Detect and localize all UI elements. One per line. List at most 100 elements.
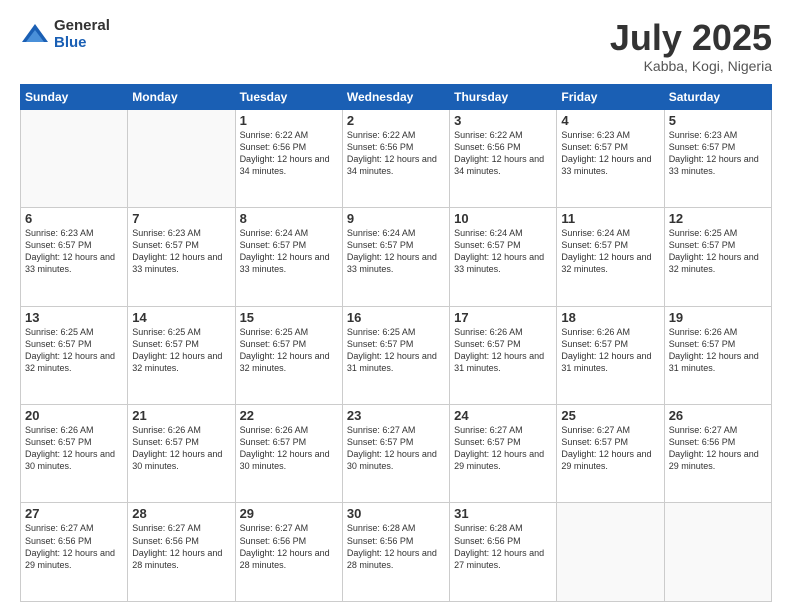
calendar-cell: 31Sunrise: 6:28 AM Sunset: 6:56 PM Dayli… [450,503,557,602]
calendar-table: SundayMondayTuesdayWednesdayThursdayFrid… [20,84,772,602]
logo-icon [20,20,50,50]
calendar-cell: 20Sunrise: 6:26 AM Sunset: 6:57 PM Dayli… [21,405,128,503]
day-number: 7 [132,211,230,226]
cell-info: Sunrise: 6:24 AM Sunset: 6:57 PM Dayligh… [347,227,445,276]
cell-info: Sunrise: 6:23 AM Sunset: 6:57 PM Dayligh… [669,129,767,178]
calendar-cell: 26Sunrise: 6:27 AM Sunset: 6:56 PM Dayli… [664,405,771,503]
cell-info: Sunrise: 6:22 AM Sunset: 6:56 PM Dayligh… [347,129,445,178]
calendar-cell [557,503,664,602]
calendar-cell: 4Sunrise: 6:23 AM Sunset: 6:57 PM Daylig… [557,109,664,207]
calendar-cell: 18Sunrise: 6:26 AM Sunset: 6:57 PM Dayli… [557,306,664,404]
calendar-cell: 24Sunrise: 6:27 AM Sunset: 6:57 PM Dayli… [450,405,557,503]
day-number: 21 [132,408,230,423]
cell-info: Sunrise: 6:23 AM Sunset: 6:57 PM Dayligh… [25,227,123,276]
cell-info: Sunrise: 6:27 AM Sunset: 6:57 PM Dayligh… [454,424,552,473]
day-number: 16 [347,310,445,325]
day-number: 17 [454,310,552,325]
cell-info: Sunrise: 6:27 AM Sunset: 6:56 PM Dayligh… [132,522,230,571]
day-number: 18 [561,310,659,325]
day-number: 2 [347,113,445,128]
calendar-cell: 12Sunrise: 6:25 AM Sunset: 6:57 PM Dayli… [664,208,771,306]
day-number: 10 [454,211,552,226]
cell-info: Sunrise: 6:24 AM Sunset: 6:57 PM Dayligh… [561,227,659,276]
day-number: 4 [561,113,659,128]
day-number: 1 [240,113,338,128]
cell-info: Sunrise: 6:28 AM Sunset: 6:56 PM Dayligh… [454,522,552,571]
location: Kabba, Kogi, Nigeria [610,58,772,74]
day-header-monday: Monday [128,84,235,109]
calendar-cell: 13Sunrise: 6:25 AM Sunset: 6:57 PM Dayli… [21,306,128,404]
calendar-week-2: 13Sunrise: 6:25 AM Sunset: 6:57 PM Dayli… [21,306,772,404]
day-number: 5 [669,113,767,128]
calendar-cell: 21Sunrise: 6:26 AM Sunset: 6:57 PM Dayli… [128,405,235,503]
header: General Blue July 2025 Kabba, Kogi, Nige… [20,18,772,74]
cell-info: Sunrise: 6:25 AM Sunset: 6:57 PM Dayligh… [132,326,230,375]
calendar-cell [664,503,771,602]
cell-info: Sunrise: 6:27 AM Sunset: 6:56 PM Dayligh… [669,424,767,473]
day-number: 11 [561,211,659,226]
day-number: 9 [347,211,445,226]
calendar-cell: 16Sunrise: 6:25 AM Sunset: 6:57 PM Dayli… [342,306,449,404]
calendar-cell: 29Sunrise: 6:27 AM Sunset: 6:56 PM Dayli… [235,503,342,602]
day-number: 22 [240,408,338,423]
day-number: 8 [240,211,338,226]
cell-info: Sunrise: 6:22 AM Sunset: 6:56 PM Dayligh… [454,129,552,178]
calendar-cell: 27Sunrise: 6:27 AM Sunset: 6:56 PM Dayli… [21,503,128,602]
cell-info: Sunrise: 6:25 AM Sunset: 6:57 PM Dayligh… [240,326,338,375]
day-number: 27 [25,506,123,521]
calendar-cell: 25Sunrise: 6:27 AM Sunset: 6:57 PM Dayli… [557,405,664,503]
logo-blue-text: Blue [54,35,110,52]
day-number: 29 [240,506,338,521]
logo-general: General [54,18,110,35]
day-header-saturday: Saturday [664,84,771,109]
day-number: 3 [454,113,552,128]
month-title: July 2025 [610,18,772,58]
day-number: 31 [454,506,552,521]
cell-info: Sunrise: 6:26 AM Sunset: 6:57 PM Dayligh… [669,326,767,375]
calendar-week-0: 1Sunrise: 6:22 AM Sunset: 6:56 PM Daylig… [21,109,772,207]
calendar-cell: 7Sunrise: 6:23 AM Sunset: 6:57 PM Daylig… [128,208,235,306]
calendar-cell: 15Sunrise: 6:25 AM Sunset: 6:57 PM Dayli… [235,306,342,404]
cell-info: Sunrise: 6:26 AM Sunset: 6:57 PM Dayligh… [132,424,230,473]
day-header-tuesday: Tuesday [235,84,342,109]
cell-info: Sunrise: 6:24 AM Sunset: 6:57 PM Dayligh… [240,227,338,276]
day-number: 19 [669,310,767,325]
cell-info: Sunrise: 6:27 AM Sunset: 6:56 PM Dayligh… [25,522,123,571]
logo-text: General Blue [54,18,110,51]
calendar-cell: 10Sunrise: 6:24 AM Sunset: 6:57 PM Dayli… [450,208,557,306]
day-number: 28 [132,506,230,521]
page: General Blue July 2025 Kabba, Kogi, Nige… [0,0,792,612]
day-number: 25 [561,408,659,423]
calendar-cell: 17Sunrise: 6:26 AM Sunset: 6:57 PM Dayli… [450,306,557,404]
day-number: 20 [25,408,123,423]
calendar-cell: 2Sunrise: 6:22 AM Sunset: 6:56 PM Daylig… [342,109,449,207]
calendar-week-4: 27Sunrise: 6:27 AM Sunset: 6:56 PM Dayli… [21,503,772,602]
cell-info: Sunrise: 6:24 AM Sunset: 6:57 PM Dayligh… [454,227,552,276]
cell-info: Sunrise: 6:27 AM Sunset: 6:56 PM Dayligh… [240,522,338,571]
calendar-cell [21,109,128,207]
day-number: 13 [25,310,123,325]
day-number: 24 [454,408,552,423]
day-header-wednesday: Wednesday [342,84,449,109]
title-block: July 2025 Kabba, Kogi, Nigeria [610,18,772,74]
calendar-header-row: SundayMondayTuesdayWednesdayThursdayFrid… [21,84,772,109]
cell-info: Sunrise: 6:22 AM Sunset: 6:56 PM Dayligh… [240,129,338,178]
cell-info: Sunrise: 6:26 AM Sunset: 6:57 PM Dayligh… [240,424,338,473]
day-number: 23 [347,408,445,423]
cell-info: Sunrise: 6:23 AM Sunset: 6:57 PM Dayligh… [561,129,659,178]
cell-info: Sunrise: 6:26 AM Sunset: 6:57 PM Dayligh… [25,424,123,473]
cell-info: Sunrise: 6:27 AM Sunset: 6:57 PM Dayligh… [561,424,659,473]
calendar-cell: 28Sunrise: 6:27 AM Sunset: 6:56 PM Dayli… [128,503,235,602]
calendar-cell: 23Sunrise: 6:27 AM Sunset: 6:57 PM Dayli… [342,405,449,503]
day-number: 15 [240,310,338,325]
day-header-sunday: Sunday [21,84,128,109]
cell-info: Sunrise: 6:25 AM Sunset: 6:57 PM Dayligh… [25,326,123,375]
cell-info: Sunrise: 6:28 AM Sunset: 6:56 PM Dayligh… [347,522,445,571]
calendar-cell [128,109,235,207]
calendar-cell: 22Sunrise: 6:26 AM Sunset: 6:57 PM Dayli… [235,405,342,503]
calendar-cell: 11Sunrise: 6:24 AM Sunset: 6:57 PM Dayli… [557,208,664,306]
calendar-cell: 5Sunrise: 6:23 AM Sunset: 6:57 PM Daylig… [664,109,771,207]
calendar-cell: 1Sunrise: 6:22 AM Sunset: 6:56 PM Daylig… [235,109,342,207]
day-number: 30 [347,506,445,521]
cell-info: Sunrise: 6:26 AM Sunset: 6:57 PM Dayligh… [561,326,659,375]
